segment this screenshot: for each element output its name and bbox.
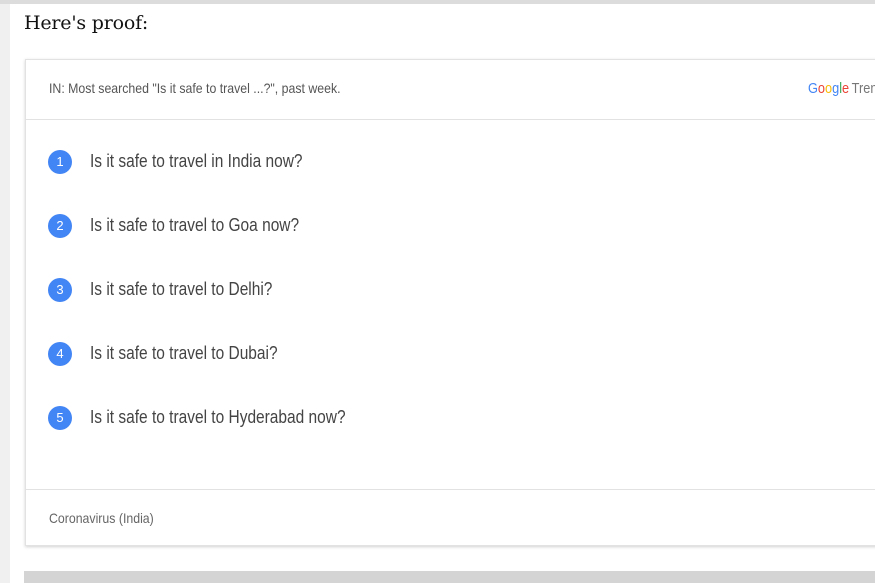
list-item[interactable]: 1 Is it safe to travel in India now?: [26, 142, 875, 182]
brand-letter: e: [842, 80, 850, 97]
list-item[interactable]: 3 Is it safe to travel to Delhi?: [26, 270, 875, 310]
search-query-text: Is it safe to travel in India now?: [90, 151, 303, 171]
search-query-text: Is it safe to travel to Delhi?: [90, 279, 273, 299]
search-query-text: Is it safe to travel to Goa now?: [90, 215, 300, 235]
brand-letter: g: [832, 80, 840, 97]
widget-title: IN: Most searched "Is it safe to travel …: [49, 80, 341, 96]
rank-badge: 2: [48, 214, 72, 238]
topic-link[interactable]: Coronavirus (India): [49, 510, 154, 526]
article-body: Here's proof: IN: Most searched "Is it s…: [10, 4, 875, 583]
list-item[interactable]: 2 Is it safe to travel to Goa now?: [26, 206, 875, 246]
widget-header: IN: Most searched "Is it safe to travel …: [26, 60, 875, 120]
list-item[interactable]: 5 Is it safe to travel to Hyderabad now?: [26, 398, 875, 438]
list-item[interactable]: 4 Is it safe to travel to Dubai?: [26, 334, 875, 374]
page: Here's proof: IN: Most searched "Is it s…: [0, 0, 875, 583]
google-trends-widget: IN: Most searched "Is it safe to travel …: [25, 59, 875, 546]
rank-badge: 3: [48, 278, 72, 302]
bottom-divider: [24, 571, 875, 583]
brand-letter: o: [817, 80, 826, 97]
rank-badge: 4: [48, 342, 72, 366]
brand-letter: G: [808, 80, 818, 97]
google-trends-logo-link[interactable]: Google Tren: [808, 80, 875, 97]
brand-trends-text: Tren: [851, 80, 875, 97]
rank-badge: 5: [48, 406, 72, 430]
search-query-text: Is it safe to travel to Hyderabad now?: [90, 407, 346, 427]
article-intro-text: Here's proof:: [24, 12, 149, 34]
rank-badge: 1: [48, 150, 72, 174]
widget-footer: Coronavirus (India): [26, 489, 875, 545]
left-gutter: [0, 4, 10, 583]
search-query-text: Is it safe to travel to Dubai?: [90, 343, 278, 363]
